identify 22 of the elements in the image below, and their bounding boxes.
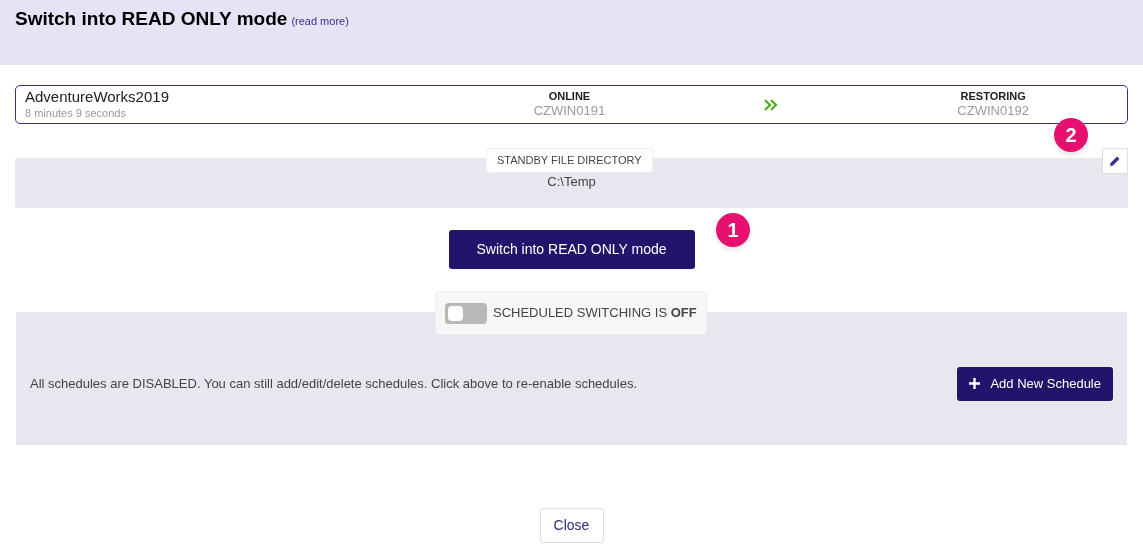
close-button[interactable]: Close	[539, 508, 604, 543]
elapsed-time: 8 minutes 9 seconds	[25, 107, 127, 121]
callout-badge: 2	[1054, 118, 1088, 152]
schedule-switch-label: SCHEDULED SWITCHING IS OFF	[493, 304, 697, 323]
standby-label: STANDBY FILE DIRECTORY	[486, 148, 653, 173]
source-server: CZWIN0191	[533, 103, 606, 120]
database-name: AdventureWorks2019	[25, 88, 170, 107]
schedule-message: All schedules are DISABLED. You can still add/edit/delete schedules. Click above to re-enable schedules.	[30, 374, 638, 393]
add-schedule-button[interactable]: Add New Schedule	[957, 366, 1113, 401]
schedule-switch[interactable]	[445, 302, 487, 324]
plus-icon	[969, 378, 981, 389]
standby-path: C:\Temp	[547, 172, 596, 191]
callout-badge: 1	[716, 213, 750, 247]
read-more-link[interactable]: (read more)	[291, 13, 349, 30]
double-chevron-icon	[764, 98, 779, 111]
pencil-icon	[1109, 155, 1121, 167]
edit-button[interactable]	[1102, 148, 1128, 174]
source-state: ONLINE	[548, 89, 591, 104]
target-server: CZWIN0192	[957, 103, 1029, 120]
target-state: RESTORING	[960, 89, 1026, 104]
page-title: Switch into READ ONLY mode	[15, 7, 288, 31]
switch-read-only-button[interactable]: Switch into READ ONLY mode	[448, 230, 695, 269]
